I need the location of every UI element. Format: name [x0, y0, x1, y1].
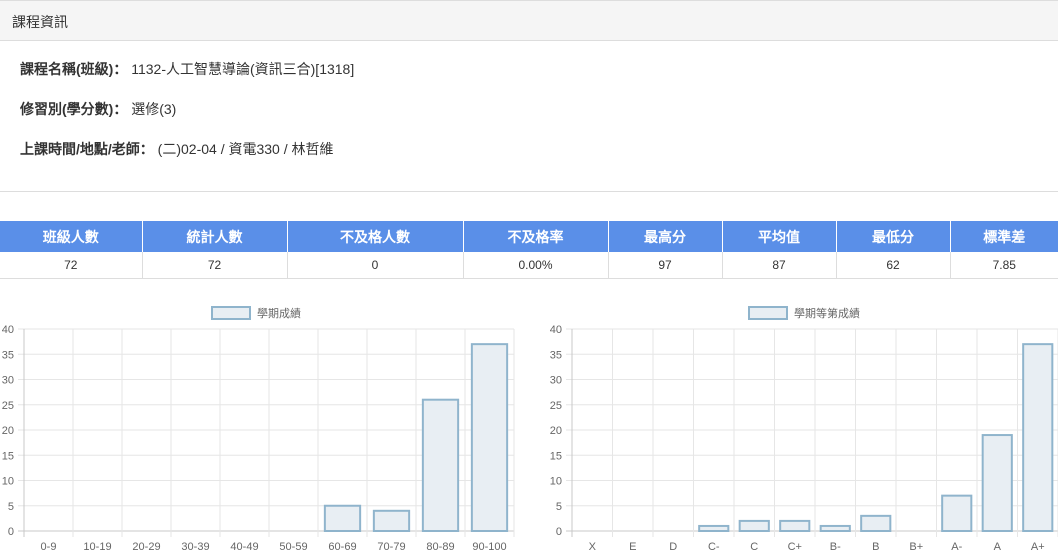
section-divider [0, 191, 1058, 192]
course-name-label: 課程名稱(班級)： [20, 61, 128, 77]
panel-title: 課程資訊 [12, 14, 68, 30]
bar [421, 398, 460, 532]
x-tick-label: C+ [788, 541, 802, 553]
y-tick-label: 35 [550, 349, 562, 361]
bar [738, 519, 770, 532]
x-tick-label: 90-100 [472, 541, 506, 553]
course-schedule-value: (二)02-04 / 資電330 / 林哲維 [157, 141, 334, 157]
x-tick-label: A+ [1031, 541, 1045, 553]
bar [372, 509, 411, 533]
y-tick-label: 10 [2, 476, 14, 488]
y-tick-label: 20 [2, 425, 14, 437]
stats-header: 標準差 [950, 221, 1058, 252]
course-name-value: 1132-人工智慧導論(資訊三合)[1318] [131, 61, 355, 77]
course-schedule-label: 上課時間/地點/老師： [20, 141, 154, 157]
y-tick-label: 10 [550, 476, 562, 488]
legend-swatch [211, 306, 251, 320]
legend-swatch [748, 306, 788, 320]
bar [860, 514, 892, 533]
bar [1022, 343, 1054, 533]
x-tick-label: A [994, 541, 1002, 553]
y-tick-label: 0 [556, 526, 562, 538]
stats-value-row: 72 72 0 0.00% 97 87 62 7.85 [0, 252, 1058, 279]
stats-value: 72 [0, 252, 143, 279]
stats-table: 班級人數 統計人數 不及格人數 不及格率 最高分 平均值 最低分 標準差 72 … [0, 221, 1058, 279]
score-distribution-chart: 學期成績 0 5 10 15 20 25 30 35 40 0-9 10-19 20-29 30-39 40… [2, 306, 515, 553]
y-tick-label: 0 [8, 526, 14, 538]
bar [323, 504, 362, 532]
bar [941, 494, 973, 532]
y-tick-label: 15 [2, 450, 14, 462]
y-tick-label: 5 [8, 501, 14, 513]
x-tick-label: E [629, 541, 636, 553]
x-tick-label: 50-59 [279, 541, 307, 553]
y-tick-label: 15 [550, 450, 562, 462]
stats-value: 7.85 [950, 252, 1058, 279]
stats-value: 72 [142, 252, 288, 279]
course-type-line: 修習別(學分數)： 選修(3) [20, 99, 176, 119]
legend-label: 學期等第成績 [794, 306, 860, 320]
x-tick-label: 80-89 [426, 541, 454, 553]
stats-header: 班級人數 [0, 221, 143, 252]
x-tick-label: B [872, 541, 879, 553]
course-schedule-line: 上課時間/地點/老師： (二)02-04 / 資電330 / 林哲維 [20, 139, 334, 159]
stats-value: 0.00% [463, 252, 609, 279]
stats-value: 62 [836, 252, 951, 279]
y-tick-label: 25 [2, 400, 14, 412]
y-tick-label: 20 [550, 425, 562, 437]
bar [981, 434, 1013, 532]
x-tick-label: B+ [909, 541, 923, 553]
legend-label: 學期成績 [257, 306, 301, 320]
stats-header: 最高分 [608, 221, 723, 252]
y-tick-label: 35 [2, 349, 14, 361]
stats-header: 平均值 [722, 221, 837, 252]
bar [779, 519, 811, 532]
x-tick-label: B- [830, 541, 841, 553]
grade-distribution-chart: 學期等第成績 0 5 10 15 20 25 30 35 40 X E D C- C C+ B- B B+ A- A A+ [550, 306, 1058, 553]
stats-header: 最低分 [836, 221, 951, 252]
stats-header: 不及格人數 [287, 221, 464, 252]
y-tick-label: 40 [2, 324, 14, 336]
y-tick-label: 5 [556, 501, 562, 513]
bar [819, 524, 851, 532]
course-type-value: 選修(3) [131, 101, 177, 117]
x-tick-label: D [669, 541, 677, 553]
x-tick-label: 30-39 [181, 541, 209, 553]
course-type-label: 修習別(學分數)： [20, 101, 128, 117]
x-tick-label: 20-29 [132, 541, 160, 553]
y-tick-label: 25 [550, 400, 562, 412]
x-tick-label: 0-9 [41, 541, 57, 553]
course-name-line: 課程名稱(班級)： 1132-人工智慧導論(資訊三合)[1318] [20, 59, 354, 79]
stats-header-row: 班級人數 統計人數 不及格人數 不及格率 最高分 平均值 最低分 標準差 [0, 221, 1058, 252]
panel-header: 課程資訊 [0, 0, 1058, 41]
x-tick-label: 40-49 [230, 541, 258, 553]
bar [698, 524, 730, 532]
bar [470, 343, 509, 533]
stats-value: 97 [608, 252, 723, 279]
x-tick-label: A- [951, 541, 962, 553]
y-tick-label: 40 [550, 324, 562, 336]
x-tick-label: C- [708, 541, 720, 553]
x-tick-label: 10-19 [83, 541, 111, 553]
stats-value: 87 [722, 252, 837, 279]
x-tick-label: 70-79 [377, 541, 405, 553]
y-tick-label: 30 [550, 375, 562, 387]
x-tick-label: X [589, 541, 597, 553]
stats-header: 統計人數 [142, 221, 288, 252]
stats-value: 0 [287, 252, 464, 279]
x-tick-label: 60-69 [328, 541, 356, 553]
y-tick-label: 30 [2, 375, 14, 387]
stats-header: 不及格率 [463, 221, 609, 252]
x-tick-label: C [750, 541, 758, 553]
